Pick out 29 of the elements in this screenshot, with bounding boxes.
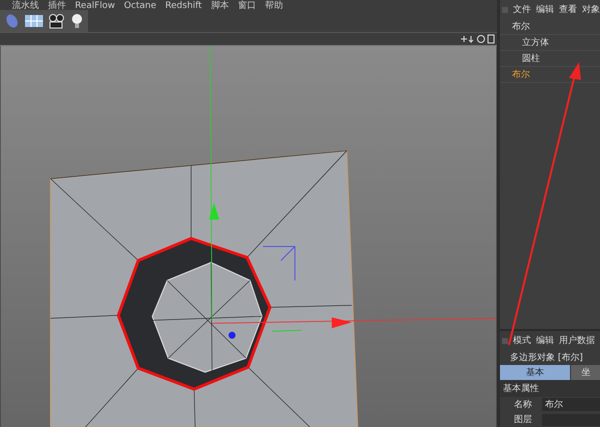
tab[interactable]: 坐	[571, 365, 600, 380]
viewport-nav-icons[interactable]	[459, 34, 495, 44]
menu-item[interactable]: 对象	[582, 3, 600, 16]
field-label: 名称	[514, 398, 533, 411]
menu-item[interactable]: Redshift	[165, 2, 202, 10]
object-title: 多边形对象 [布尔]	[509, 352, 584, 365]
menu-item[interactable]: 编辑	[536, 3, 554, 16]
section-title: 基本属性	[500, 380, 600, 397]
menu-item[interactable]: Octane	[124, 2, 156, 10]
menu-item[interactable]: 模式	[513, 334, 531, 347]
menu-item[interactable]: 编辑	[536, 334, 554, 347]
grip-icon[interactable]	[502, 338, 508, 344]
menu-item[interactable]: 文件	[513, 3, 531, 16]
camera-icon[interactable]	[48, 12, 66, 29]
menu-item[interactable]: 窗口	[238, 2, 256, 10]
tab[interactable]: 基本	[500, 365, 570, 380]
menu-item[interactable]: 流水线	[12, 2, 39, 10]
menu-item[interactable]: 脚本	[210, 2, 229, 10]
menu-item[interactable]: 用户数据	[559, 334, 595, 347]
field-label: 图层	[514, 414, 533, 426]
menu-item[interactable]: 查看	[559, 3, 577, 16]
input-field[interactable]: 布尔	[542, 398, 600, 411]
menu-item[interactable]: 插件	[48, 2, 66, 10]
grid-icon[interactable]	[24, 12, 44, 29]
object-row[interactable]: 布尔	[500, 19, 600, 35]
object-row[interactable]: 立方体	[500, 35, 600, 51]
light-bulb-icon[interactable]	[70, 12, 84, 29]
menu-item[interactable]: RealFlow	[75, 2, 115, 10]
menu-item[interactable]: 帮助	[264, 2, 283, 10]
